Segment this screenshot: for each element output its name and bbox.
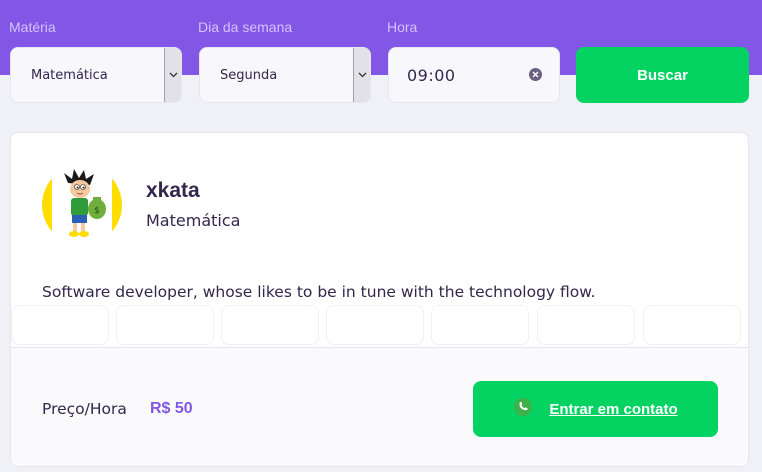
contact-button-label: Entrar em contato — [549, 400, 678, 418]
search-button[interactable]: Buscar — [576, 47, 749, 103]
schedule-cell — [326, 305, 424, 345]
schedule-cell — [221, 305, 319, 345]
clear-icon[interactable] — [529, 68, 542, 81]
schedule-cell — [643, 305, 741, 345]
teacher-card: $ xkata Matemática Software developer, w… — [10, 132, 749, 467]
contact-button[interactable]: Entrar em contato — [473, 381, 718, 437]
schedule-cell — [431, 305, 529, 345]
avatar: $ — [42, 165, 122, 245]
subject-select[interactable]: Matemática — [10, 47, 182, 103]
weekday-select[interactable]: Segunda — [199, 47, 371, 103]
schedule-row — [11, 305, 748, 345]
teacher-bio: Software developer, whose likes to be in… — [42, 283, 596, 301]
schedule-cell — [537, 305, 635, 345]
weekday-select-value: Segunda — [220, 68, 278, 83]
teacher-subject: Matemática — [146, 211, 241, 230]
schedule-cell — [116, 305, 214, 345]
time-input-value: 09:00 — [407, 66, 456, 85]
price-label: Preço/Hora — [42, 400, 127, 418]
time-input[interactable]: 09:00 — [388, 47, 560, 103]
schedule-cell — [11, 305, 109, 345]
time-label: Hora — [387, 19, 418, 35]
whatsapp-icon — [513, 397, 533, 421]
svg-text:$: $ — [94, 206, 100, 216]
weekday-label: Dia da semana — [198, 19, 293, 35]
card-footer: Preço/Hora R$ 50 Entrar em contato — [11, 347, 748, 466]
subject-select-value: Matemática — [31, 68, 108, 83]
chevron-down-icon[interactable] — [164, 48, 181, 102]
cartoon-boy-avatar-icon: $ — [42, 165, 122, 245]
chevron-down-icon[interactable] — [353, 48, 370, 102]
subject-label: Matéria — [9, 19, 56, 35]
teacher-name: xkata — [146, 179, 200, 202]
price-value: R$ 50 — [150, 400, 193, 417]
